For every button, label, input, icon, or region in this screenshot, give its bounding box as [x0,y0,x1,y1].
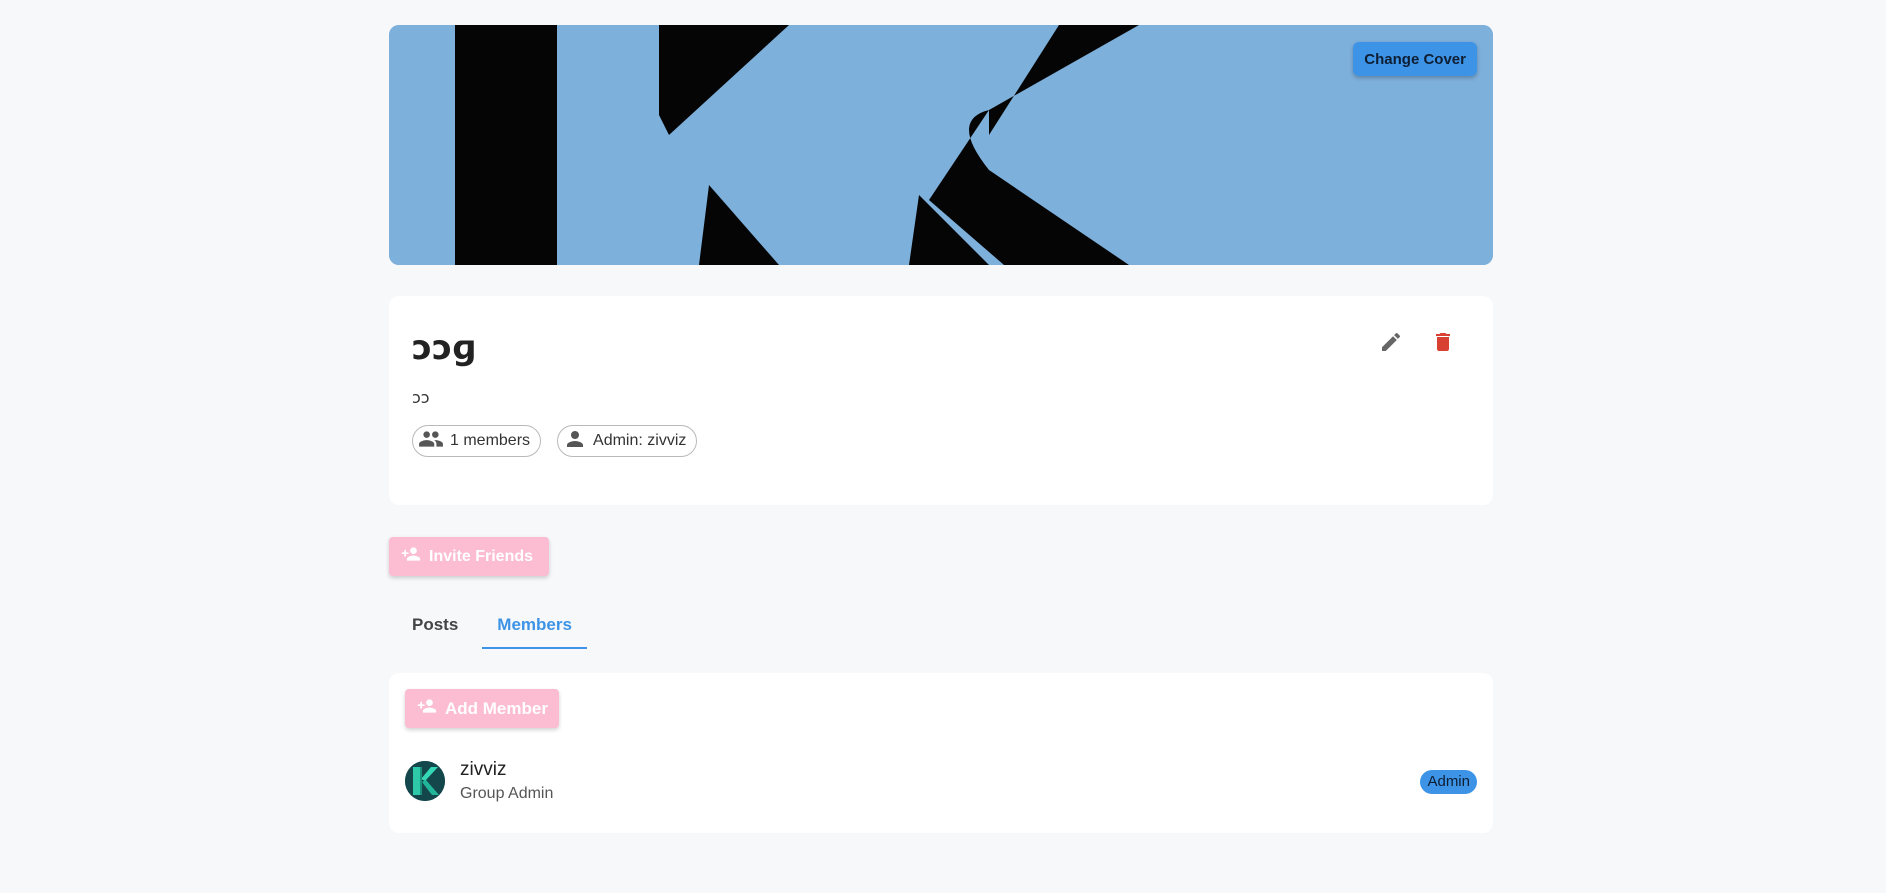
change-cover-button[interactable]: Change Cover [1353,42,1477,76]
member-name: zivviz [460,759,507,780]
group-chips: 1 members Admin: zivviz [412,425,698,457]
trash-icon[interactable] [1429,328,1457,356]
add-member-label: Add Member [445,698,548,718]
group-actions [1377,328,1457,356]
group-info-card: ɔɔɡ ɔɔ 1 members Admin: zivviz [389,296,1493,505]
cover-image: Change Cover [389,25,1493,265]
tab-members[interactable]: Members [482,613,587,649]
group-name: ɔɔɡ [412,328,477,368]
invite-friends-label: Invite Friends [429,547,534,565]
admin-chip: Admin: zivviz [557,425,698,457]
members-panel: Add Member zivviz Group Admin Admin [389,673,1493,833]
invite-friends-button[interactable]: Invite Friends [389,537,549,576]
add-member-button[interactable]: Add Member [405,689,559,728]
admin-label: Admin: zivviz [593,432,687,449]
avatar[interactable] [405,761,445,801]
group-tabs: Posts Members [389,613,587,649]
pencil-icon[interactable] [1377,328,1405,356]
person-add-icon [417,697,437,720]
person-icon [563,428,587,455]
group-description: ɔɔ [412,388,430,407]
group-page: Change Cover ɔɔɡ ɔɔ 1 members Admin: ziv… [389,25,1493,833]
admin-badge: Admin [1420,770,1477,794]
list-item[interactable]: zivviz Group Admin Admin [405,759,1477,811]
members-count-label: 1 members [450,432,531,449]
members-count-chip: 1 members [412,425,542,457]
people-icon [418,428,444,455]
member-role: Group Admin [460,785,554,802]
tab-posts[interactable]: Posts [412,613,458,649]
cover-artwork [389,25,1493,265]
person-add-icon [401,545,421,568]
